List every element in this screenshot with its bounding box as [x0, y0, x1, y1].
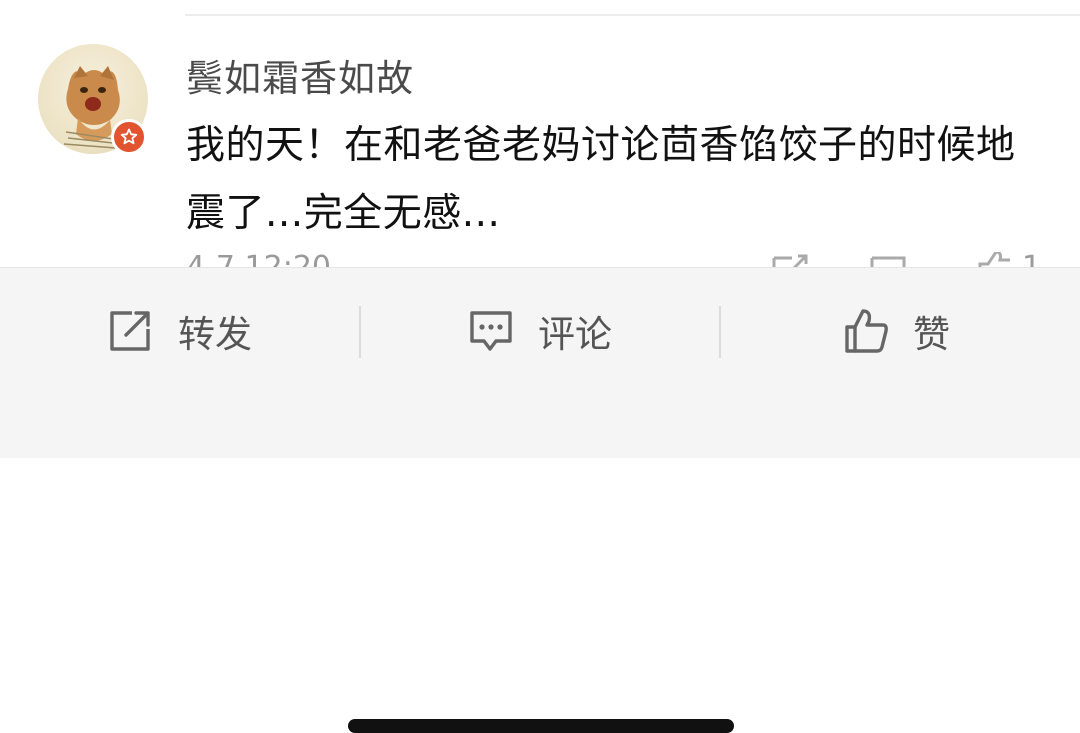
comment-label: 评论 [538, 313, 612, 356]
toolbar-divider [719, 306, 721, 358]
repost-icon [110, 311, 150, 351]
comment-text: 我的天！在和老爸老妈讨论茴香馅饺子的时候地震了...完全无感... [186, 123, 1016, 236]
comment-item: 鬓如霜香如故 我的天！在和老爸老妈讨论茴香馅饺子的时候地震了...完全无感...… [0, 0, 1080, 285]
verified-badge-icon [111, 119, 147, 155]
like-label: 赞 [913, 313, 950, 356]
comment-username[interactable]: 鬓如霜香如故 [186, 48, 414, 102]
repost-button[interactable]: 转发 [106, 296, 252, 366]
repost-label: 转发 [178, 313, 252, 356]
like-icon [845, 309, 888, 353]
home-indicator [348, 719, 734, 733]
comment-icon [470, 311, 512, 351]
like-button[interactable]: 赞 [843, 296, 950, 366]
comment-button[interactable]: 评论 [468, 296, 612, 366]
toolbar-divider [359, 306, 361, 358]
bottom-action-bar: 转发 评论 赞 [0, 267, 1080, 733]
